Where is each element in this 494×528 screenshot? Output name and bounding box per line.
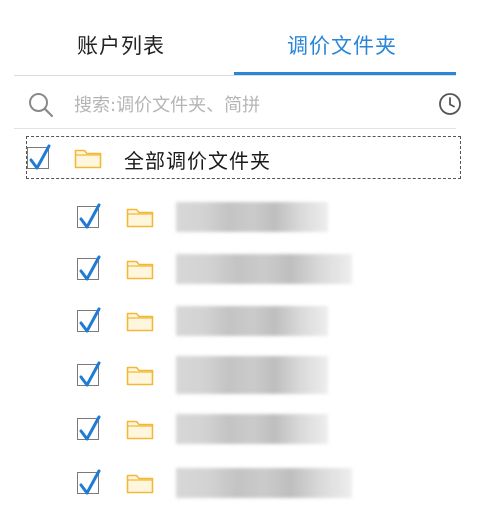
folder-icon — [126, 472, 154, 498]
clock-icon[interactable] — [438, 92, 462, 120]
folder-row[interactable] — [0, 356, 494, 396]
redacted-folder-name — [176, 414, 328, 444]
folder-icon — [126, 418, 154, 444]
root-folder-checkbox[interactable] — [27, 144, 51, 170]
root-folder-label: 全部调价文件夹 — [124, 149, 271, 173]
folder-checkbox[interactable] — [77, 469, 101, 495]
folder-icon — [126, 258, 154, 284]
tab-folders[interactable]: 调价文件夹 — [287, 30, 397, 60]
folder-icon — [126, 310, 154, 336]
tab-accounts[interactable]: 账户列表 — [77, 30, 165, 60]
redacted-folder-name — [176, 306, 328, 336]
folder-checkbox[interactable] — [77, 307, 101, 333]
folder-row[interactable] — [0, 410, 494, 450]
checkmark-icon — [79, 255, 101, 281]
search-icon[interactable] — [28, 92, 54, 122]
tab-divider — [14, 75, 456, 76]
redacted-folder-name — [176, 468, 352, 498]
folder-row[interactable] — [0, 198, 494, 238]
checkmark-icon — [79, 361, 101, 387]
folder-icon — [74, 147, 102, 173]
checkmark-icon — [29, 144, 51, 170]
folder-checkbox[interactable] — [77, 361, 101, 387]
folder-checkbox[interactable] — [77, 255, 101, 281]
redacted-folder-name — [176, 202, 328, 232]
search-bar — [0, 82, 494, 126]
search-divider — [14, 128, 456, 129]
checkmark-icon — [79, 203, 101, 229]
root-folder-row[interactable]: 全部调价文件夹 — [26, 136, 461, 179]
folder-row[interactable] — [0, 302, 494, 342]
folder-checkbox[interactable] — [77, 203, 101, 229]
redacted-folder-name — [176, 356, 328, 394]
tab-bar: 账户列表 调价文件夹 — [0, 0, 494, 76]
folder-checkbox[interactable] — [77, 415, 101, 441]
search-input[interactable] — [72, 90, 426, 120]
folder-icon — [126, 364, 154, 390]
checkmark-icon — [79, 307, 101, 333]
folder-icon — [126, 206, 154, 232]
redacted-folder-name — [176, 254, 352, 284]
folder-row[interactable] — [0, 464, 494, 504]
checkmark-icon — [79, 469, 101, 495]
folder-row[interactable] — [0, 250, 494, 290]
checkmark-icon — [79, 415, 101, 441]
